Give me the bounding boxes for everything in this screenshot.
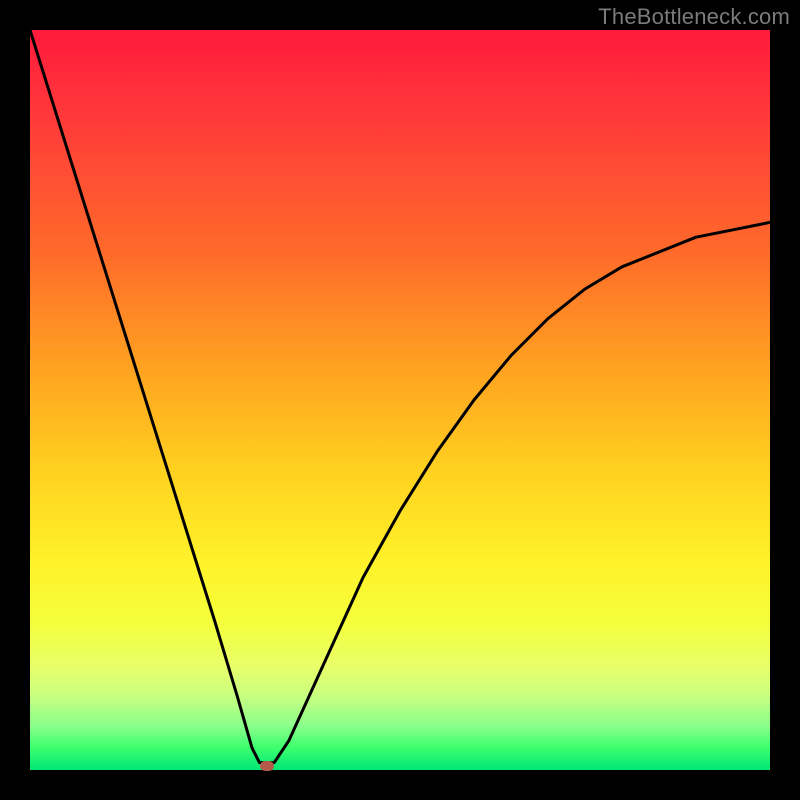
plot-area bbox=[30, 30, 770, 770]
optimum-marker bbox=[260, 761, 274, 771]
watermark-text: TheBottleneck.com bbox=[598, 4, 790, 30]
chart-frame: TheBottleneck.com bbox=[0, 0, 800, 800]
curve-svg bbox=[30, 30, 770, 770]
bottleneck-curve bbox=[30, 30, 770, 763]
